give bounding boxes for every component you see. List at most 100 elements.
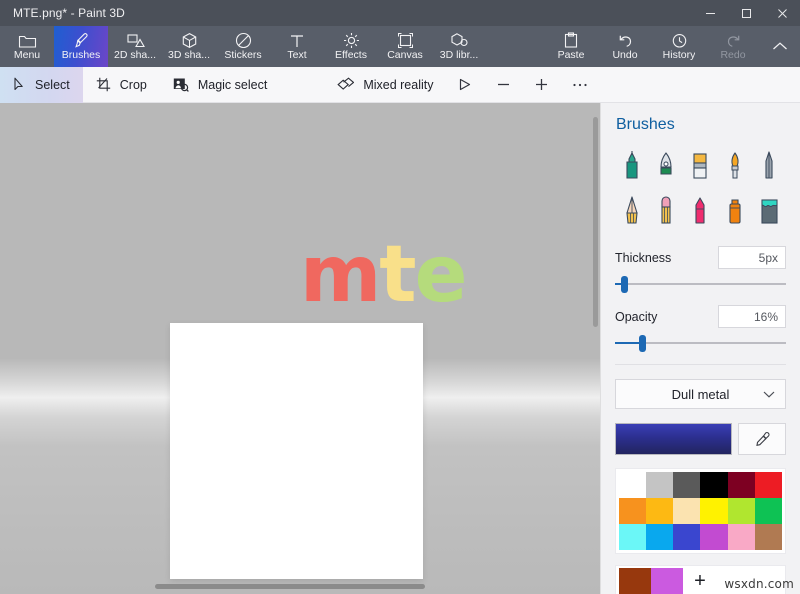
drawing-canvas[interactable] [170,323,423,579]
color-row [615,423,786,455]
brush-watercolor[interactable] [718,147,752,187]
palette-swatch[interactable] [700,472,727,498]
more-options-button[interactable] [561,67,599,103]
brush-marker[interactable] [615,147,649,187]
material-dropdown[interactable]: Dull metal [615,379,786,409]
ribbon-label: 2D sha... [114,50,156,61]
ribbon-item-undo[interactable]: Undo [598,26,652,67]
horizontal-scrollbar[interactable] [0,582,600,590]
vertical-scrollbar[interactable] [590,103,600,594]
minimize-button[interactable] [692,0,728,26]
thickness-slider[interactable] [615,275,786,293]
eraser-icon [655,195,677,229]
horizontal-scrollbar-thumb[interactable] [155,584,425,589]
paste-icon [563,32,579,49]
brush-pencil[interactable] [615,192,649,232]
close-button[interactable] [764,0,800,26]
current-color-swatch[interactable] [615,423,732,455]
calligraphy-pen-icon [655,150,677,184]
ribbon-item-3d-shapes[interactable]: 3D sha... [162,26,216,67]
thickness-value[interactable]: 5px [718,246,786,269]
palette-swatch[interactable] [728,498,755,524]
palette-swatch[interactable] [619,524,646,550]
palette-swatch[interactable] [673,524,700,550]
brush-eraser[interactable] [649,192,683,232]
palette-swatch[interactable] [619,472,646,498]
canvas-stage[interactable]: mte [0,103,600,594]
brush-crayon[interactable] [683,192,717,232]
palette-swatch[interactable] [700,524,727,550]
ribbon-item-effects[interactable]: Effects [324,26,378,67]
ribbon-label: History [663,50,696,61]
ribbon-item-paste[interactable]: Paste [544,26,598,67]
ribbon-item-2d-shapes[interactable]: 2D sha... [108,26,162,67]
ribbon-label: Paste [558,50,585,61]
opacity-slider[interactable] [615,334,786,352]
brush-oil[interactable] [683,147,717,187]
opacity-row: Opacity 16% [615,305,786,328]
text-icon [289,32,305,49]
recent-color-swatch[interactable] [619,568,651,594]
watercolor-brush-icon [724,150,746,184]
ribbon-label: Redo [720,50,745,61]
palette-swatch[interactable] [755,472,782,498]
opacity-slider-thumb[interactable] [639,335,646,352]
palette-swatch[interactable] [755,524,782,550]
canvas-icon [397,32,414,49]
zoom-out-button[interactable] [485,67,523,103]
thickness-label: Thickness [615,251,671,265]
brush-spray-can[interactable] [718,192,752,232]
paintbrush-icon [72,32,90,49]
maximize-button[interactable] [728,0,764,26]
ribbon-item-redo: Redo [706,26,760,67]
tool-mixed-reality[interactable]: Mixed reality [324,67,446,103]
brush-fill-bucket[interactable] [752,192,786,232]
palette-swatch[interactable] [700,498,727,524]
paint3d-window: MTE.png* - Paint 3D Menu [0,0,800,594]
zoom-out-icon [496,77,511,92]
ribbon-item-stickers[interactable]: Stickers [216,26,270,67]
tool-options-bar: Select Crop Magic select [0,67,800,103]
ribbon-item-text[interactable]: Text [270,26,324,67]
ribbon-item-menu[interactable]: Menu [0,26,54,67]
spray-can-icon [724,195,746,229]
thickness-slider-thumb[interactable] [621,276,628,293]
palette-swatch[interactable] [646,498,673,524]
tool-select[interactable]: Select [0,67,83,103]
ribbon-label: Stickers [224,50,261,61]
palette-swatch[interactable] [728,472,755,498]
tool-magic-select[interactable]: Magic select [160,67,280,103]
tool-label: Mixed reality [363,78,433,92]
ribbon-collapse-button[interactable] [760,26,800,67]
palette-swatch[interactable] [646,524,673,550]
brush-calligraphy-pen[interactable] [649,147,683,187]
recent-color-swatch[interactable] [651,568,683,594]
eyedropper-button[interactable] [738,423,786,455]
ribbon-label: Canvas [387,50,423,61]
palette-swatch[interactable] [646,472,673,498]
pixel-pen-icon [758,150,780,184]
view-3d-button[interactable] [447,67,485,103]
ribbon-label: Menu [14,50,40,61]
undo-icon [617,32,634,49]
opacity-value[interactable]: 16% [718,305,786,328]
palette-swatch[interactable] [673,472,700,498]
ribbon-label: Effects [335,50,367,61]
ribbon-item-brushes[interactable]: Brushes [54,26,108,67]
palette-swatch[interactable] [755,498,782,524]
palette-swatch[interactable] [673,498,700,524]
ribbon-item-3d-library[interactable]: 3D libr... [432,26,486,67]
palette-swatch[interactable] [728,524,755,550]
opacity-label: Opacity [615,310,657,324]
tool-label: Crop [120,78,147,92]
zoom-in-button[interactable] [523,67,561,103]
brush-pixel-pen[interactable] [752,147,786,187]
add-color-button[interactable]: + [683,568,717,594]
ribbon-item-canvas[interactable]: Canvas [378,26,432,67]
tool-crop[interactable]: Crop [83,67,160,103]
window-controls [692,0,800,26]
vertical-scrollbar-thumb[interactable] [593,117,598,327]
color-palette [615,468,786,554]
palette-swatch[interactable] [619,498,646,524]
ribbon-item-history[interactable]: History [652,26,706,67]
